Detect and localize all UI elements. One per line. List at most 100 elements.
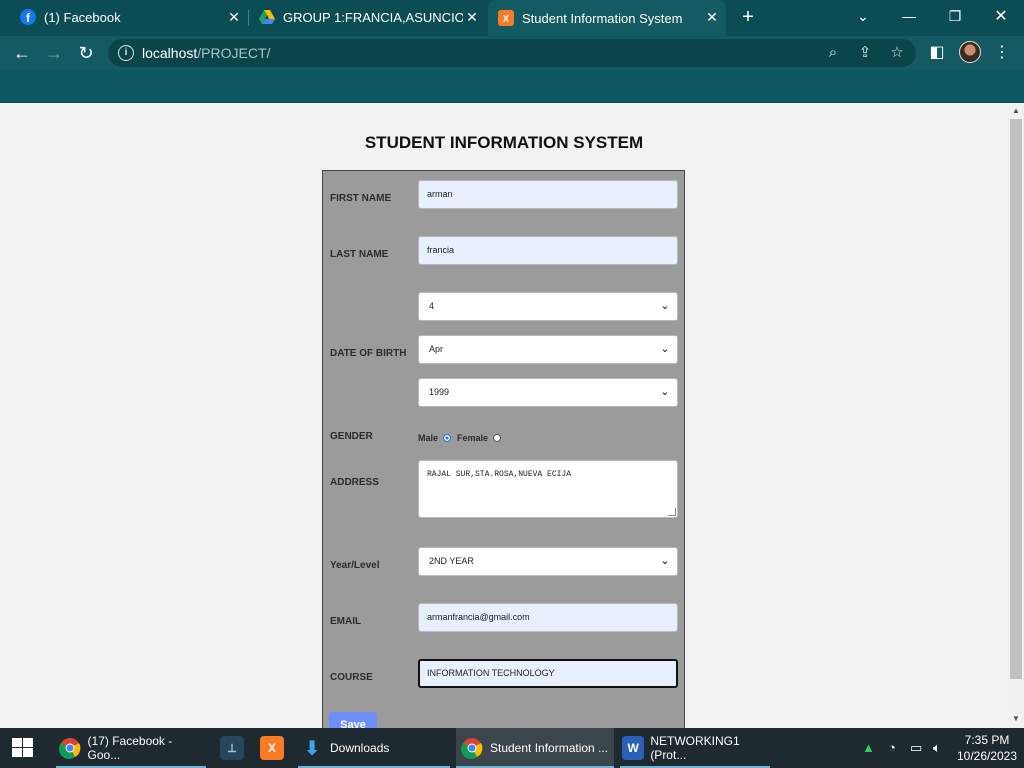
side-panel-icon[interactable]: ◧ xyxy=(925,41,949,65)
xampp-icon: X xyxy=(260,736,284,760)
tab-student-information-system[interactable]: X Student Information System ✕ xyxy=(488,0,726,36)
taskbar-item-xampp[interactable]: X xyxy=(258,728,286,768)
gender-female-label: Female xyxy=(457,433,489,443)
avatar[interactable] xyxy=(959,41,981,63)
dob-month-value: Apr xyxy=(429,344,444,354)
address-value: RAJAL SUR,STA.ROSA,NUEVA ECIJA xyxy=(427,470,572,479)
address-bar[interactable]: i localhost/PROJECT/ ⌕ ⇪ ☆ xyxy=(108,39,916,67)
site-info-icon[interactable]: i xyxy=(118,45,134,61)
scroll-down-icon[interactable]: ▼ xyxy=(1011,714,1021,723)
new-tab-button[interactable]: + xyxy=(736,6,760,30)
tab-title: (1) Facebook xyxy=(44,9,121,25)
url-text[interactable]: localhost/PROJECT/ xyxy=(142,45,270,61)
close-icon[interactable]: ✕ xyxy=(704,9,720,25)
page-scrollbar[interactable]: ▲ ▼ xyxy=(1008,103,1024,728)
year-level-select[interactable]: 2ND YEAR ⌄ xyxy=(418,547,678,576)
wifi-icon[interactable]: ◔ xyxy=(888,740,896,755)
taskbar-item-facebook-chrome[interactable]: (17) Facebook - Goo... xyxy=(56,728,206,768)
gender-label: GENDER xyxy=(330,431,373,442)
scroll-up-icon[interactable]: ▲ xyxy=(1011,106,1021,115)
clock-date: 10/26/2023 xyxy=(956,749,1018,763)
mysql-workbench-icon: ⟂ xyxy=(220,736,244,760)
xampp-icon: X xyxy=(498,10,514,26)
taskbar-item-word[interactable]: W NETWORKING1 (Prot... xyxy=(620,728,770,768)
taskbar-item-downloads[interactable]: ⬇ Downloads xyxy=(298,728,450,768)
tab-facebook[interactable]: f (1) Facebook ✕ xyxy=(12,0,248,34)
chrome-icon xyxy=(58,736,82,760)
share-icon[interactable]: ⇪ xyxy=(856,44,874,62)
tab-title: GROUP 1:FRANCIA,ASUNCION,Z xyxy=(283,9,463,25)
google-drive-icon xyxy=(259,9,275,25)
taskbar-item-label: Student Information ... xyxy=(490,741,609,755)
gender-male-label: Male xyxy=(418,433,439,443)
last-name-field[interactable]: francia xyxy=(418,236,678,265)
close-icon[interactable]: ✕ xyxy=(226,9,242,25)
dob-year-select[interactable]: 1999 ⌄ xyxy=(418,378,678,407)
save-button[interactable]: Save xyxy=(329,712,377,728)
volume-icon[interactable]: 🔈︎ xyxy=(933,740,941,756)
scrollbar-thumb[interactable] xyxy=(1010,119,1022,679)
chevron-down-icon: ⌄ xyxy=(660,300,670,312)
back-arrow-icon[interactable]: ← xyxy=(9,40,35,66)
clock-time: 7:35 PM xyxy=(964,733,1010,747)
dob-day-value: 4 xyxy=(429,301,435,311)
svg-text:X: X xyxy=(503,14,510,25)
taskbar-item-student-information-chrome[interactable]: Student Information ... xyxy=(456,728,614,768)
email-label: EMAIL xyxy=(330,616,362,627)
url-path: /PROJECT/ xyxy=(197,45,271,61)
chrome-icon xyxy=(460,736,484,760)
tab-google-drive[interactable]: GROUP 1:FRANCIA,ASUNCION,Z ✕ xyxy=(250,0,486,34)
taskbar-item-label: Downloads xyxy=(330,741,390,755)
dob-label: DATE OF BIRTH xyxy=(330,348,407,359)
close-window-icon[interactable]: ✕ xyxy=(978,0,1024,32)
taskbar-item-mysql-workbench[interactable]: ⟂ xyxy=(218,728,246,768)
bookmark-bar xyxy=(0,70,1024,103)
url-host: localhost xyxy=(142,45,198,61)
taskbar-item-label: NETWORKING1 (Prot... xyxy=(650,734,740,762)
dob-day-select[interactable]: 4 ⌄ xyxy=(418,292,678,321)
first-name-label: FIRST NAME xyxy=(330,193,392,204)
tab-title: Student Information System xyxy=(522,10,683,26)
system-clock[interactable]: 7:35 PM 10/26/2023 xyxy=(956,732,1018,764)
gender-radio-group: Male Female xyxy=(418,433,507,443)
taskbar: (17) Facebook - Goo... ⟂ X ⬇ Downloads S… xyxy=(0,728,1024,768)
taskbar-item-label: (17) Facebook - Goo... xyxy=(87,734,173,762)
forward-arrow-icon[interactable]: → xyxy=(41,40,67,66)
page-title: STUDENT INFORMATION SYSTEM xyxy=(364,133,644,152)
first-name-field[interactable]: arman xyxy=(418,180,678,209)
restore-icon[interactable]: ❐ xyxy=(932,0,978,32)
tab-search-chevron-icon[interactable]: ⌄ xyxy=(840,0,886,32)
windows-start-icon[interactable] xyxy=(12,738,34,758)
chevron-down-icon: ⌄ xyxy=(660,343,670,355)
tab-separator xyxy=(248,10,249,26)
dob-month-select[interactable]: Apr ⌄ xyxy=(418,335,678,364)
reload-icon[interactable]: ↻ xyxy=(73,40,99,66)
facebook-icon: f xyxy=(20,9,36,25)
year-level-value: 2ND YEAR xyxy=(429,556,474,566)
chevron-down-icon: ⌄ xyxy=(660,555,670,567)
menu-kebab-icon[interactable]: ⋮ xyxy=(990,41,1014,65)
resize-grip-icon[interactable] xyxy=(668,508,676,516)
chevron-down-icon: ⌄ xyxy=(660,386,670,398)
address-textarea[interactable]: RAJAL SUR,STA.ROSA,NUEVA ECIJA xyxy=(418,460,678,518)
page-content: STUDENT INFORMATION SYSTEM FIRST NAME ar… xyxy=(0,103,1008,728)
bookmark-star-icon[interactable]: ☆ xyxy=(888,44,906,62)
zoom-icon[interactable]: ⌕ xyxy=(824,44,842,62)
last-name-label: LAST NAME xyxy=(330,249,389,260)
email-field[interactable]: armanfrancia@gmail.com xyxy=(418,603,678,632)
year-level-label: Year/Level xyxy=(330,560,380,571)
address-label: ADDRESS xyxy=(330,477,379,488)
student-form: FIRST NAME arman LAST NAME francia 4 ⌄ D… xyxy=(322,170,685,728)
gender-female-radio[interactable] xyxy=(493,434,502,442)
minimize-icon[interactable]: — xyxy=(886,0,932,32)
close-icon[interactable]: ✕ xyxy=(464,9,480,25)
course-field[interactable]: INFORMATION TECHNOLOGY xyxy=(418,659,678,688)
nvidia-tray-icon[interactable]: ▲ xyxy=(862,740,875,755)
tab-strip: f (1) Facebook ✕ GROUP 1:FRANCIA,ASUNCIO… xyxy=(0,0,1024,36)
download-arrow-icon: ⬇ xyxy=(303,737,321,760)
browser-toolbar: ← → ↻ i localhost/PROJECT/ ⌕ ⇪ ☆ ◧ ⋮ xyxy=(0,36,1024,70)
dob-year-value: 1999 xyxy=(429,387,450,397)
gender-male-radio[interactable] xyxy=(443,434,452,442)
battery-icon[interactable]: ▭ xyxy=(910,740,922,756)
word-icon: W xyxy=(622,736,645,760)
